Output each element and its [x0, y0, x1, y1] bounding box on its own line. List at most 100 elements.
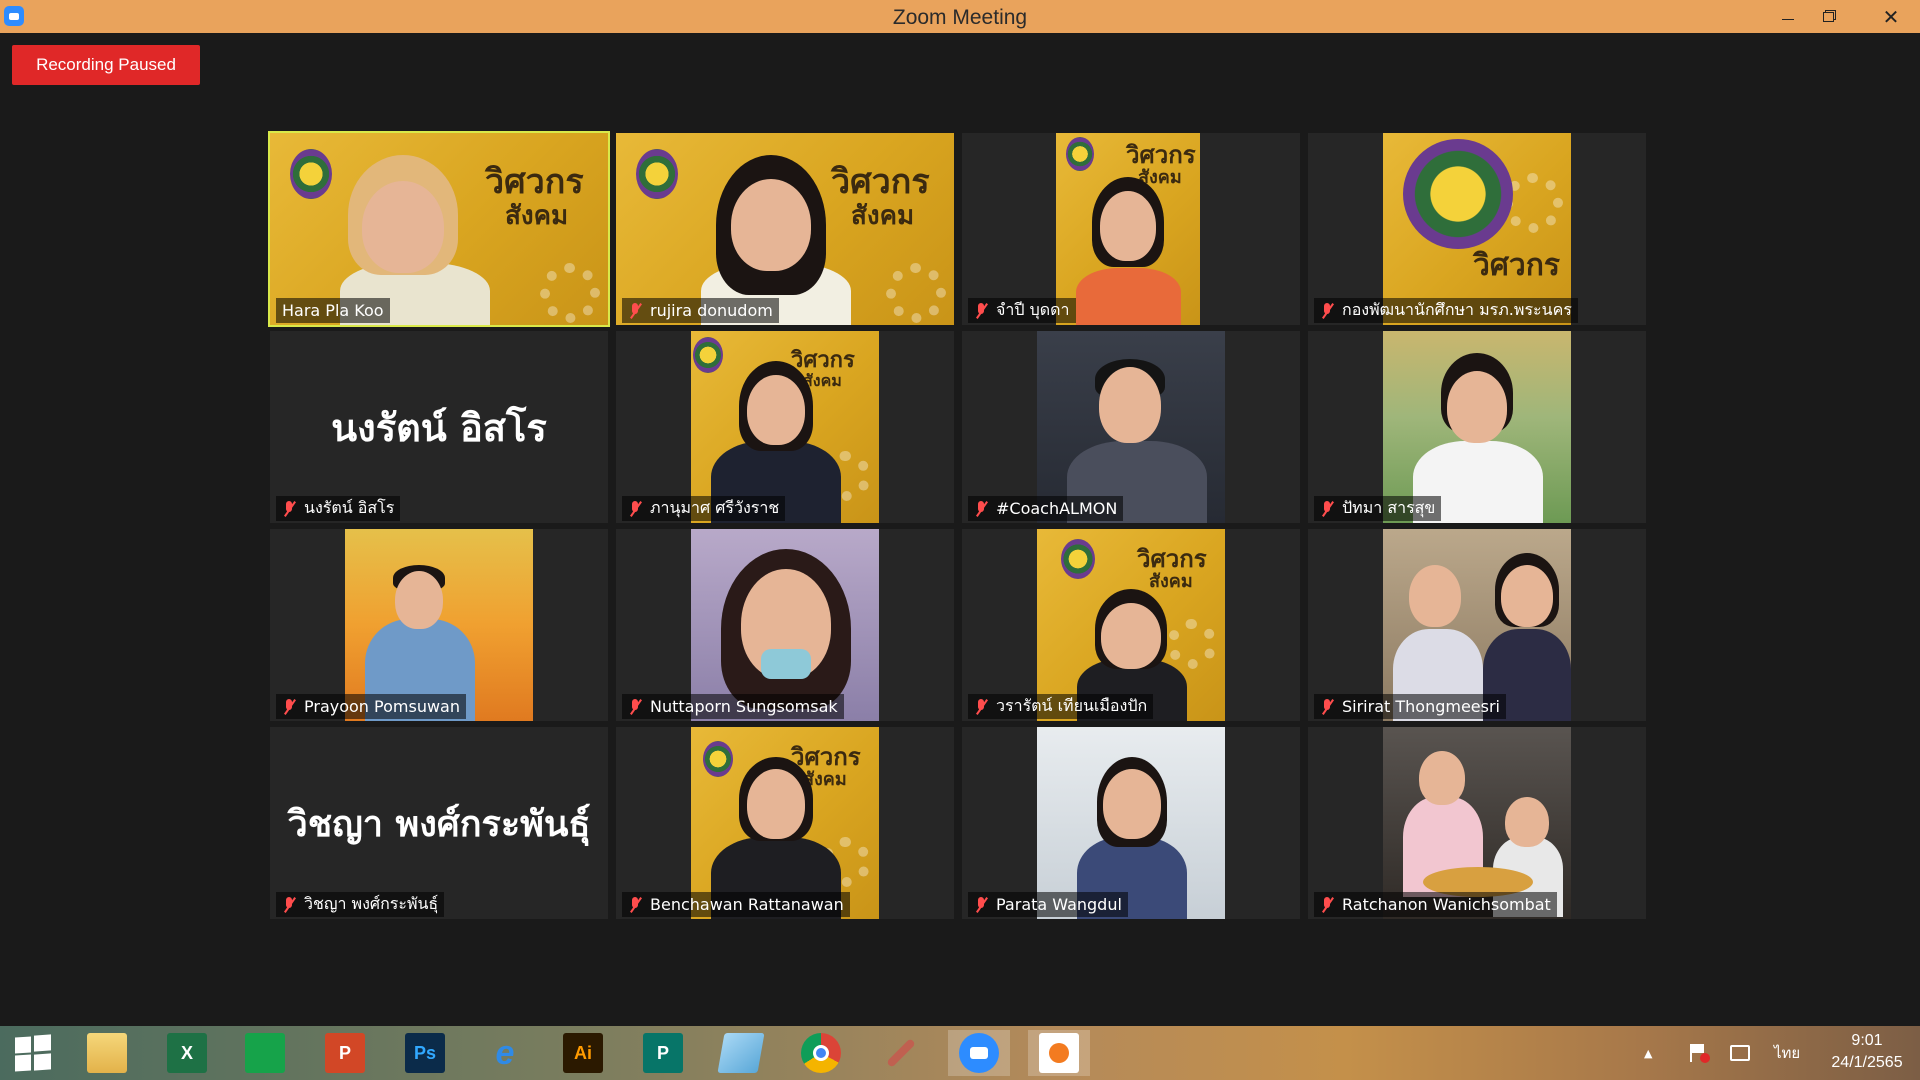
- recording-status-badge[interactable]: Recording Paused: [12, 45, 200, 85]
- participant-tile[interactable]: วิศวกร สังคม Benchawan Rattanawan: [616, 727, 954, 919]
- muted-mic-icon: [626, 302, 644, 320]
- windows-logo-icon: [15, 1034, 51, 1072]
- participant-name-label: Parata Wangdul: [968, 892, 1128, 917]
- participant-tile[interactable]: วิศวกร สังคม ภานุมาศ ศรีวังราช: [616, 331, 954, 523]
- flag-icon: [1690, 1044, 1710, 1063]
- excel-icon: X: [167, 1033, 207, 1073]
- taskbar-excel[interactable]: X: [156, 1030, 218, 1076]
- notepad-icon: [717, 1033, 765, 1073]
- participant-tile[interactable]: นงรัตน์ อิสโร นงรัตน์ อิสโร: [270, 331, 608, 523]
- participant-name-label: วรารัตน์ เทียนเมืองปัก: [968, 694, 1154, 719]
- publisher-icon: P: [643, 1033, 683, 1073]
- taskbar-zoom[interactable]: [948, 1030, 1010, 1076]
- minimize-button[interactable]: [1768, 0, 1808, 33]
- taskbar-powerpoint[interactable]: P: [314, 1030, 376, 1076]
- participant-tile[interactable]: Parata Wangdul: [962, 727, 1300, 919]
- close-button[interactable]: ✕: [1862, 0, 1920, 33]
- taskbar-notepad[interactable]: [710, 1030, 772, 1076]
- network-status[interactable]: [1730, 1026, 1750, 1080]
- participant-tile[interactable]: วิศวกร สังคม rujira donudom: [616, 133, 954, 325]
- participant-tile[interactable]: วิศวกร สังคม วรารัตน์ เทียนเมืองปัก: [962, 529, 1300, 721]
- participant-name-label: Sirirat Thongmeesri: [1314, 694, 1506, 719]
- participant-name-label: จำปี บุดดา: [968, 298, 1076, 323]
- chevron-up-icon: ▲: [1644, 1046, 1653, 1060]
- participant-video: [1383, 727, 1571, 919]
- participant-video: วิศวกร: [1383, 133, 1571, 325]
- participant-name-label: Nuttaporn Sungsomsak: [622, 694, 844, 719]
- participant-tile[interactable]: วิศวกร สังคม จำปี บุดดา: [962, 133, 1300, 325]
- muted-mic-icon: [972, 896, 990, 914]
- participant-video: [1383, 331, 1571, 523]
- muted-mic-icon: [626, 500, 644, 518]
- taskbar-illustrator[interactable]: Ai: [552, 1030, 614, 1076]
- participant-name-label: นงรัตน์ อิสโร: [276, 496, 401, 521]
- photoshop-icon: Ps: [405, 1033, 445, 1073]
- participant-display-name: นงรัตน์ อิสโร: [331, 404, 547, 450]
- start-button[interactable]: [2, 1030, 64, 1076]
- participant-tile[interactable]: วิศวกร สังคม Hara Pla Koo: [268, 131, 610, 327]
- taskbar-store[interactable]: [234, 1030, 296, 1076]
- paint-brush-icon: [881, 1033, 921, 1073]
- participant-tile[interactable]: Sirirat Thongmeesri: [1308, 529, 1646, 721]
- participant-name-label: Hara Pla Koo: [276, 298, 390, 323]
- taskbar-file-explorer[interactable]: [76, 1030, 138, 1076]
- muted-mic-icon: [626, 698, 644, 716]
- action-center-flag[interactable]: [1690, 1026, 1710, 1080]
- taskbar-photoshop[interactable]: Ps: [394, 1030, 456, 1076]
- participant-tile[interactable]: วิชญา พงศ์กระพันธุ์ วิชญา พงศ์กระพันธุ์: [270, 727, 608, 919]
- participant-name-label: วิชญา พงศ์กระพันธุ์: [276, 892, 445, 917]
- participant-name-label: Prayoon Pomsuwan: [276, 694, 466, 719]
- taskbar-internet-explorer[interactable]: e: [474, 1030, 536, 1076]
- participant-video: [1037, 331, 1225, 523]
- zoom-camera-icon: [959, 1033, 999, 1073]
- taskbar-chrome[interactable]: [790, 1030, 852, 1076]
- windows-taskbar: X P Ps e Ai P ▲ ไทย 9:01 24/1/2565: [0, 1026, 1920, 1080]
- participant-tile[interactable]: วิศวกร กองพัฒนานักศึกษา มรภ.พระนคร: [1308, 133, 1646, 325]
- close-icon: ✕: [1882, 4, 1900, 29]
- powerpoint-icon: P: [325, 1033, 365, 1073]
- show-hidden-icons-button[interactable]: ▲: [1644, 1026, 1652, 1080]
- participant-tile[interactable]: #CoachALMON: [962, 331, 1300, 523]
- network-icon: [1730, 1045, 1750, 1061]
- participant-video: [1383, 529, 1571, 721]
- muted-mic-icon: [626, 896, 644, 914]
- folder-icon: [87, 1033, 127, 1073]
- participant-name-label: #CoachALMON: [968, 496, 1124, 521]
- participant-video: วิศวกร สังคม: [691, 727, 879, 919]
- participant-tile[interactable]: Ratchanon Wanichsombat: [1308, 727, 1646, 919]
- participant-video: [1037, 727, 1225, 919]
- participant-video: วิศวกร สังคม: [1056, 133, 1200, 325]
- taskbar-clock[interactable]: 9:01 24/1/2565: [1818, 1030, 1916, 1074]
- banner-text-line1: วิศวกร: [485, 162, 584, 202]
- photos-icon: [1039, 1033, 1079, 1073]
- muted-mic-icon: [972, 302, 990, 320]
- maximize-button[interactable]: [1808, 0, 1848, 33]
- clock-time: 9:01: [1851, 1032, 1883, 1049]
- participant-tile[interactable]: Prayoon Pomsuwan: [270, 529, 608, 721]
- participant-video: วิศวกร สังคม: [270, 133, 608, 325]
- meeting-view: Recording Paused วิศวกร สังคม Hara Pla K…: [0, 33, 1920, 1026]
- restore-icon: [1822, 11, 1834, 22]
- taskbar-publisher[interactable]: P: [632, 1030, 694, 1076]
- muted-mic-icon: [1318, 896, 1336, 914]
- participant-tile[interactable]: Nuttaporn Sungsomsak: [616, 529, 954, 721]
- muted-mic-icon: [972, 500, 990, 518]
- participant-name-label: กองพัฒนานักศึกษา มรภ.พระนคร: [1314, 298, 1578, 323]
- participant-name-label: rujira donudom: [622, 298, 779, 323]
- participant-name-label: ปัทมา สารสุข: [1314, 496, 1442, 521]
- participant-video: [691, 529, 879, 721]
- participant-video: วิศวกร สังคม: [691, 331, 879, 523]
- taskbar-photos[interactable]: [1028, 1030, 1090, 1076]
- participant-name-label: Ratchanon Wanichsombat: [1314, 892, 1557, 917]
- participant-video: วิศวกร สังคม: [1037, 529, 1225, 721]
- clock-date: 24/1/2565: [1831, 1054, 1903, 1071]
- taskbar-paint[interactable]: [870, 1030, 932, 1076]
- participant-display-name: วิชญา พงศ์กระพันธุ์: [287, 802, 591, 845]
- input-language[interactable]: ไทย: [1774, 1026, 1800, 1080]
- participant-video: วิศวกร สังคม: [616, 133, 954, 325]
- chrome-icon: [801, 1033, 841, 1073]
- muted-mic-icon: [280, 500, 298, 518]
- muted-mic-icon: [1318, 302, 1336, 320]
- participant-tile[interactable]: ปัทมา สารสุข: [1308, 331, 1646, 523]
- window-title: Zoom Meeting: [892, 6, 1028, 29]
